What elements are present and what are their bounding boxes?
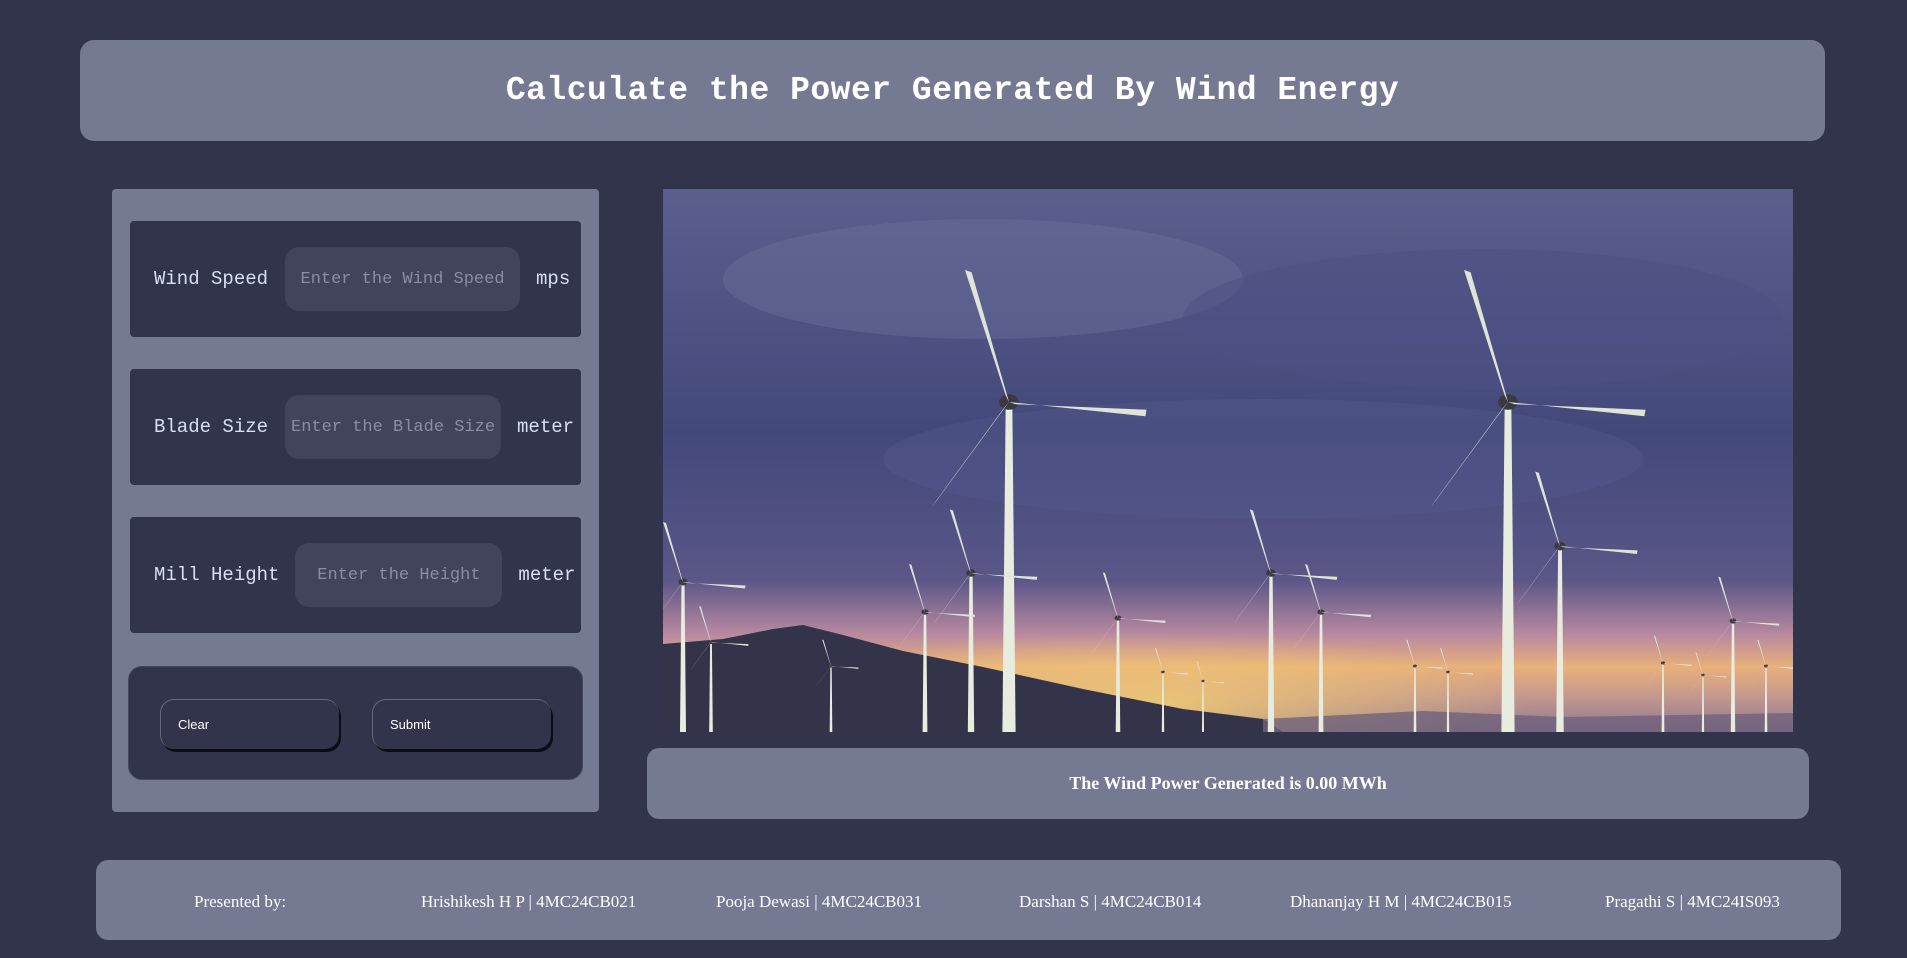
blade-size-unit: meter <box>517 416 575 438</box>
blade-size-label: Blade Size <box>154 416 269 438</box>
member-name: Pragathi S | 4MC24IS093 <box>1605 892 1780 911</box>
mill-height-label: Mill Height <box>154 564 280 586</box>
mill-height-unit: meter <box>518 564 576 586</box>
presented-by-label: Presented by: <box>194 892 287 911</box>
member-name: Darshan S | 4MC24CB014 <box>1019 892 1202 911</box>
wind-turbines-image <box>663 189 1793 732</box>
blade-size-row: Blade Size meter <box>130 369 581 485</box>
blade-size-input[interactable] <box>285 395 502 459</box>
page-title: Calculate the Power Generated By Wind En… <box>505 72 1400 109</box>
wind-speed-label: Wind Speed <box>154 268 269 290</box>
submit-button[interactable]: Submit <box>372 699 551 749</box>
mill-height-input[interactable] <box>295 543 503 607</box>
result-text: The Wind Power Generated is 0.00 MWh <box>1069 773 1387 793</box>
button-row: Clear Submit <box>128 666 583 780</box>
wind-speed-input[interactable] <box>285 247 521 311</box>
mill-height-row: Mill Height meter <box>130 517 581 633</box>
member-name: Pooja Dewasi | 4MC24CB031 <box>716 892 922 911</box>
result-panel: The Wind Power Generated is 0.00 MWh <box>647 748 1809 819</box>
wind-speed-row: Wind Speed mps <box>130 221 581 337</box>
wind-speed-unit: mps <box>536 268 571 290</box>
footer: Presented by: Hrishikesh H P | 4MC24CB02… <box>96 860 1841 940</box>
member-name: Dhananjay H M | 4MC24CB015 <box>1290 892 1512 911</box>
input-panel: Wind Speed mps Blade Size meter Mill Hei… <box>112 189 599 812</box>
member-name: Hrishikesh H P | 4MC24CB021 <box>421 892 637 911</box>
clear-button[interactable]: Clear <box>160 699 339 749</box>
header-banner: Calculate the Power Generated By Wind En… <box>80 40 1825 141</box>
